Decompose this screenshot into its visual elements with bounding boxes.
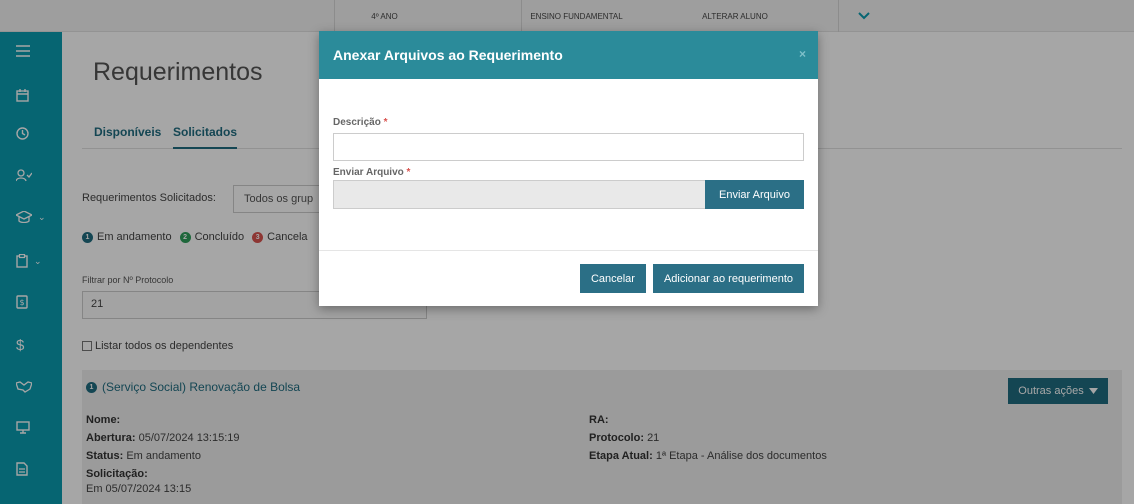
modal-header: Anexar Arquivos ao Requerimento × [319,31,818,79]
modal-divider [319,250,818,251]
send-file-button[interactable]: Enviar Arquivo [705,180,804,209]
attach-files-modal: Anexar Arquivos ao Requerimento × Descri… [319,31,818,306]
descricao-label: Descrição * [333,117,388,128]
cancel-button[interactable]: Cancelar [579,264,646,293]
close-icon[interactable]: × [799,47,806,61]
descricao-input[interactable] [333,133,804,161]
file-path-field[interactable] [333,180,705,209]
file-upload-row: Enviar Arquivo [333,180,804,209]
modal-title: Anexar Arquivos ao Requerimento [333,47,563,63]
enviar-arquivo-label: Enviar Arquivo * [333,167,411,178]
modal-footer: Cancelar Adicionar ao requerimento [579,264,804,293]
add-to-request-button[interactable]: Adicionar ao requerimento [652,264,804,293]
